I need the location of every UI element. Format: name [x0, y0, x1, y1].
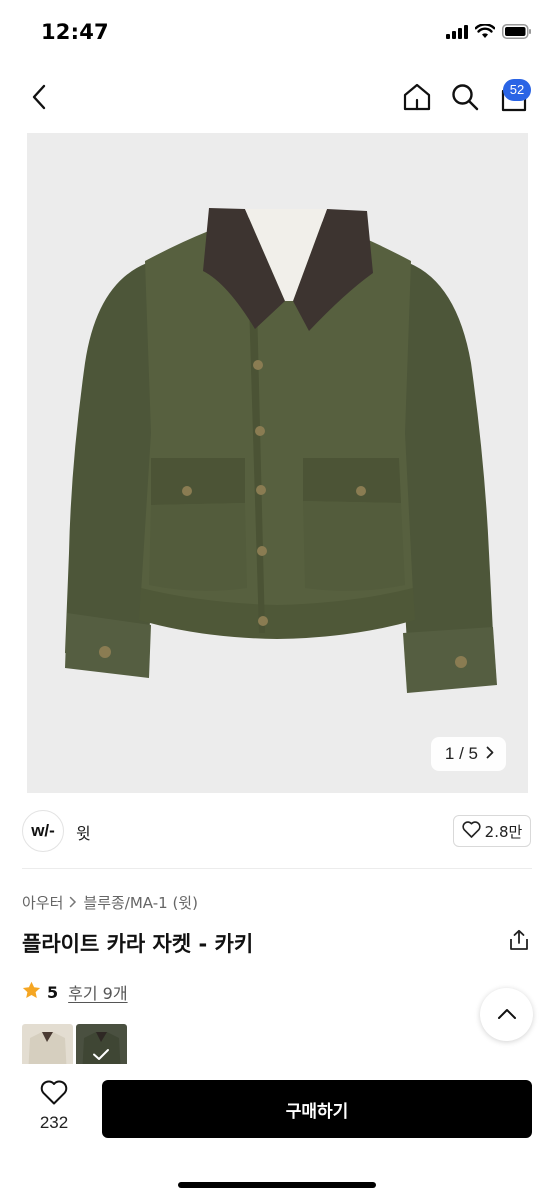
- scroll-to-top-button[interactable]: [480, 988, 533, 1041]
- nav-bar: [0, 66, 554, 132]
- heart-icon: [40, 1080, 68, 1109]
- home-indicator: [178, 1182, 376, 1188]
- share-icon: [508, 929, 530, 955]
- breadcrumb-category[interactable]: 아우터: [22, 892, 63, 913]
- heart-icon: [462, 820, 481, 842]
- product-title: 플라이트 카라 자켓 - 카키: [22, 932, 254, 956]
- home-button[interactable]: [399, 80, 435, 118]
- battery-icon: [502, 24, 532, 43]
- brand-row: w/- 윗 2.8만: [0, 800, 554, 866]
- wishlist-count: 232: [39, 1113, 69, 1132]
- chevron-up-icon: [497, 1005, 517, 1024]
- status-bar: 12:47: [0, 0, 554, 66]
- brand-like-button[interactable]: 2.8만: [453, 815, 531, 847]
- product-image[interactable]: 1 / 5: [27, 133, 528, 793]
- swatch-beige-thumbnail: [28, 1032, 67, 1064]
- wishlist-button[interactable]: 232: [24, 1080, 84, 1140]
- brand-name[interactable]: 윗: [76, 820, 91, 844]
- buy-button[interactable]: 구매하기: [102, 1080, 532, 1138]
- chevron-right-icon: [69, 894, 77, 912]
- brand-like-count: 2.8만: [484, 822, 523, 841]
- color-swatches: [22, 1024, 132, 1064]
- review-count-link[interactable]: 후기 9개: [68, 980, 127, 1004]
- rating-score: 5: [47, 982, 59, 1002]
- status-icons: [446, 23, 532, 43]
- brand-logo[interactable]: w/-: [22, 810, 64, 852]
- status-time: 12:47: [41, 20, 109, 44]
- image-counter[interactable]: 1 / 5: [430, 737, 506, 771]
- breadcrumb: 아우터 블루종/MA-1 (윗): [22, 892, 198, 913]
- rating-row: 5 후기 9개: [22, 980, 128, 1004]
- chevron-right-icon: [486, 744, 494, 764]
- star-icon: [22, 981, 41, 1003]
- cart-count-badge: 52: [503, 79, 531, 101]
- chevron-left-icon: [31, 84, 47, 114]
- back-button[interactable]: [22, 80, 56, 118]
- bottom-action-bar: 232 구매하기: [0, 1064, 554, 1200]
- search-icon: [451, 83, 479, 115]
- breadcrumb-subcategory[interactable]: 블루종/MA-1 (윗): [83, 892, 198, 913]
- divider: [22, 868, 532, 869]
- share-button[interactable]: [506, 929, 532, 955]
- check-icon: [92, 1046, 110, 1064]
- jacket-photo: [27, 133, 528, 793]
- wifi-icon: [474, 23, 496, 43]
- swatch-beige[interactable]: [22, 1024, 73, 1064]
- search-button[interactable]: [447, 80, 483, 118]
- home-icon: [402, 82, 432, 116]
- image-counter-text: 1 / 5: [444, 744, 478, 763]
- signal-icon: [446, 24, 468, 43]
- swatch-khaki-selected[interactable]: [76, 1024, 127, 1064]
